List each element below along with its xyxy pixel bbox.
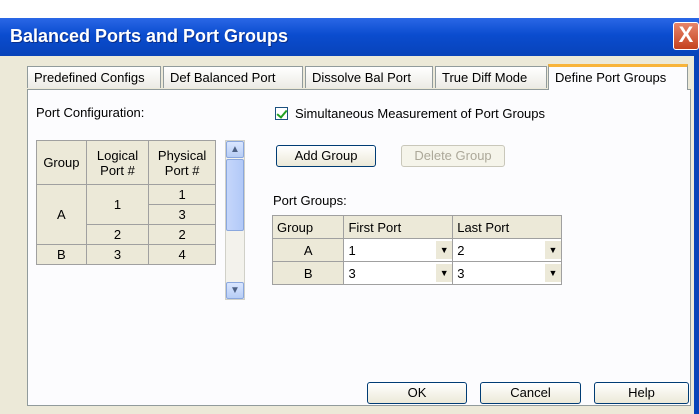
first-port-select[interactable]: 3 ▼: [343, 261, 454, 285]
last-port-select[interactable]: 3 ▼: [452, 261, 562, 285]
tab-dissolve-bal-port[interactable]: Dissolve Bal Port: [305, 66, 433, 88]
dropdown-arrow-icon[interactable]: ▼: [545, 264, 561, 282]
window-title: Balanced Ports and Port Groups: [10, 26, 289, 46]
physical-port-cell: 2: [148, 224, 216, 245]
logical-port-cell: 1: [85, 184, 150, 225]
col-header-group: Group: [271, 215, 345, 239]
tab-def-balanced-port[interactable]: Def Balanced Port: [163, 66, 303, 88]
scroll-thumb[interactable]: [226, 159, 244, 231]
simultaneous-label: Simultaneous Measurement of Port Groups: [295, 106, 546, 121]
physical-port-cell: 1: [148, 184, 216, 205]
first-port-value: 3: [348, 265, 356, 281]
tab-true-diff-mode[interactable]: True Diff Mode: [435, 66, 547, 88]
port-groups-label: Port Groups:: [273, 193, 347, 208]
last-port-value: 3: [457, 265, 465, 281]
first-port-select[interactable]: 1 ▼: [343, 238, 454, 262]
dialog-body: Predefined Configs Def Balanced Port Dis…: [0, 56, 699, 414]
col-header-physical-port: Physical Port #: [148, 140, 216, 185]
logical-port-cell: 3: [85, 244, 150, 265]
tab-define-port-groups[interactable]: Define Port Groups: [548, 64, 688, 90]
dropdown-arrow-icon[interactable]: ▼: [545, 241, 561, 259]
scroll-down-icon[interactable]: ▼: [226, 282, 244, 299]
group-cell: B: [36, 244, 87, 265]
last-port-select[interactable]: 2 ▼: [452, 238, 562, 262]
group-cell: B: [271, 261, 345, 285]
col-header-group: Group: [36, 140, 87, 185]
table-row: B 3 ▼ 3 ▼: [271, 261, 562, 285]
dropdown-arrow-icon[interactable]: ▼: [436, 264, 453, 282]
add-group-button[interactable]: Add Group: [276, 145, 376, 167]
group-cell: A: [36, 184, 87, 245]
port-groups-table: Group First Port Last Port A 1 ▼ 2 ▼ B 3: [271, 215, 562, 285]
first-port-value: 1: [348, 242, 356, 258]
physical-port-cell: 3: [148, 204, 216, 225]
tab-panel: Port Configuration: Group Logical Port #…: [27, 89, 691, 406]
port-configuration-label: Port Configuration:: [36, 105, 145, 120]
scroll-up-icon[interactable]: ▲: [226, 141, 244, 158]
group-cell: A: [271, 238, 345, 262]
ok-button[interactable]: OK: [367, 382, 467, 404]
col-header-first-port: First Port: [343, 215, 454, 239]
physical-port-cell: 4: [148, 244, 216, 265]
help-button[interactable]: Help: [594, 382, 689, 404]
delete-group-button[interactable]: Delete Group: [401, 145, 505, 167]
dropdown-arrow-icon[interactable]: ▼: [436, 241, 453, 259]
tab-predefined-configs[interactable]: Predefined Configs: [27, 66, 161, 88]
last-port-value: 2: [457, 242, 465, 258]
table-row: A 1 ▼ 2 ▼: [271, 238, 562, 262]
logical-port-cell: 2: [85, 224, 150, 245]
title-bar: Balanced Ports and Port Groups X: [0, 18, 699, 56]
col-header-logical-port: Logical Port #: [85, 140, 150, 185]
port-config-scrollbar[interactable]: ▲ ▼: [225, 140, 245, 300]
col-header-last-port: Last Port: [452, 215, 562, 239]
port-configuration-table: Group Logical Port # Physical Port # A 1…: [36, 140, 216, 265]
simultaneous-checkbox[interactable]: [275, 107, 288, 120]
close-icon[interactable]: X: [673, 22, 699, 50]
cancel-button[interactable]: Cancel: [480, 382, 581, 404]
